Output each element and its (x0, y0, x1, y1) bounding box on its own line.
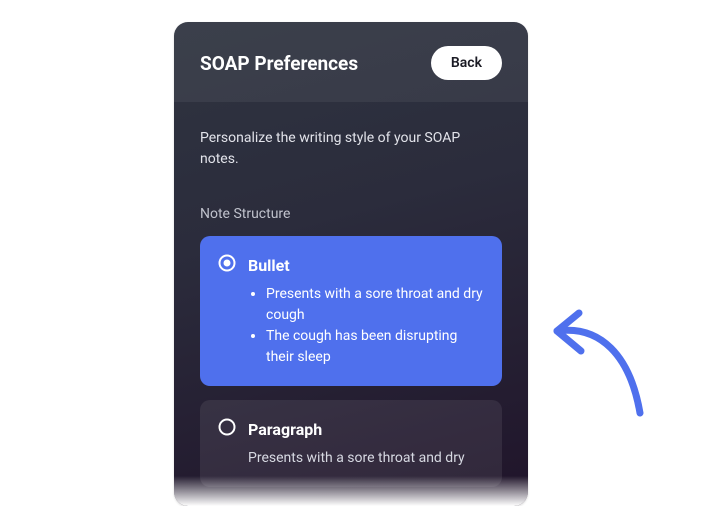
page-title: SOAP Preferences (200, 52, 358, 75)
radio-unselected-icon (218, 418, 236, 440)
note-structure-options: Bullet Presents with a sore throat and d… (200, 236, 502, 487)
option-paragraph[interactable]: Paragraph Presents with a sore throat an… (200, 400, 502, 487)
option-bullet[interactable]: Bullet Presents with a sore throat and d… (200, 236, 502, 386)
preferences-panel: SOAP Preferences Back Personalize the wr… (174, 22, 528, 506)
description-text: Personalize the writing style of your SO… (200, 128, 502, 170)
option-example: Presents with a sore throat and dry (248, 448, 484, 469)
radio-selected-icon (218, 254, 236, 276)
option-example: Presents with a sore throat and dry coug… (248, 284, 484, 368)
annotation-arrow-icon (545, 295, 665, 425)
example-bullet-item: The cough has been disrupting their slee… (266, 326, 484, 368)
panel-body: Personalize the writing style of your SO… (174, 102, 528, 487)
option-title: Paragraph (248, 420, 322, 439)
panel-header: SOAP Preferences Back (174, 22, 528, 102)
option-header: Bullet (218, 254, 484, 276)
back-button[interactable]: Back (431, 46, 502, 80)
option-title: Bullet (248, 256, 290, 275)
example-bullet-item: Presents with a sore throat and dry coug… (266, 284, 484, 326)
option-header: Paragraph (218, 418, 484, 440)
section-label-note-structure: Note Structure (200, 206, 502, 222)
